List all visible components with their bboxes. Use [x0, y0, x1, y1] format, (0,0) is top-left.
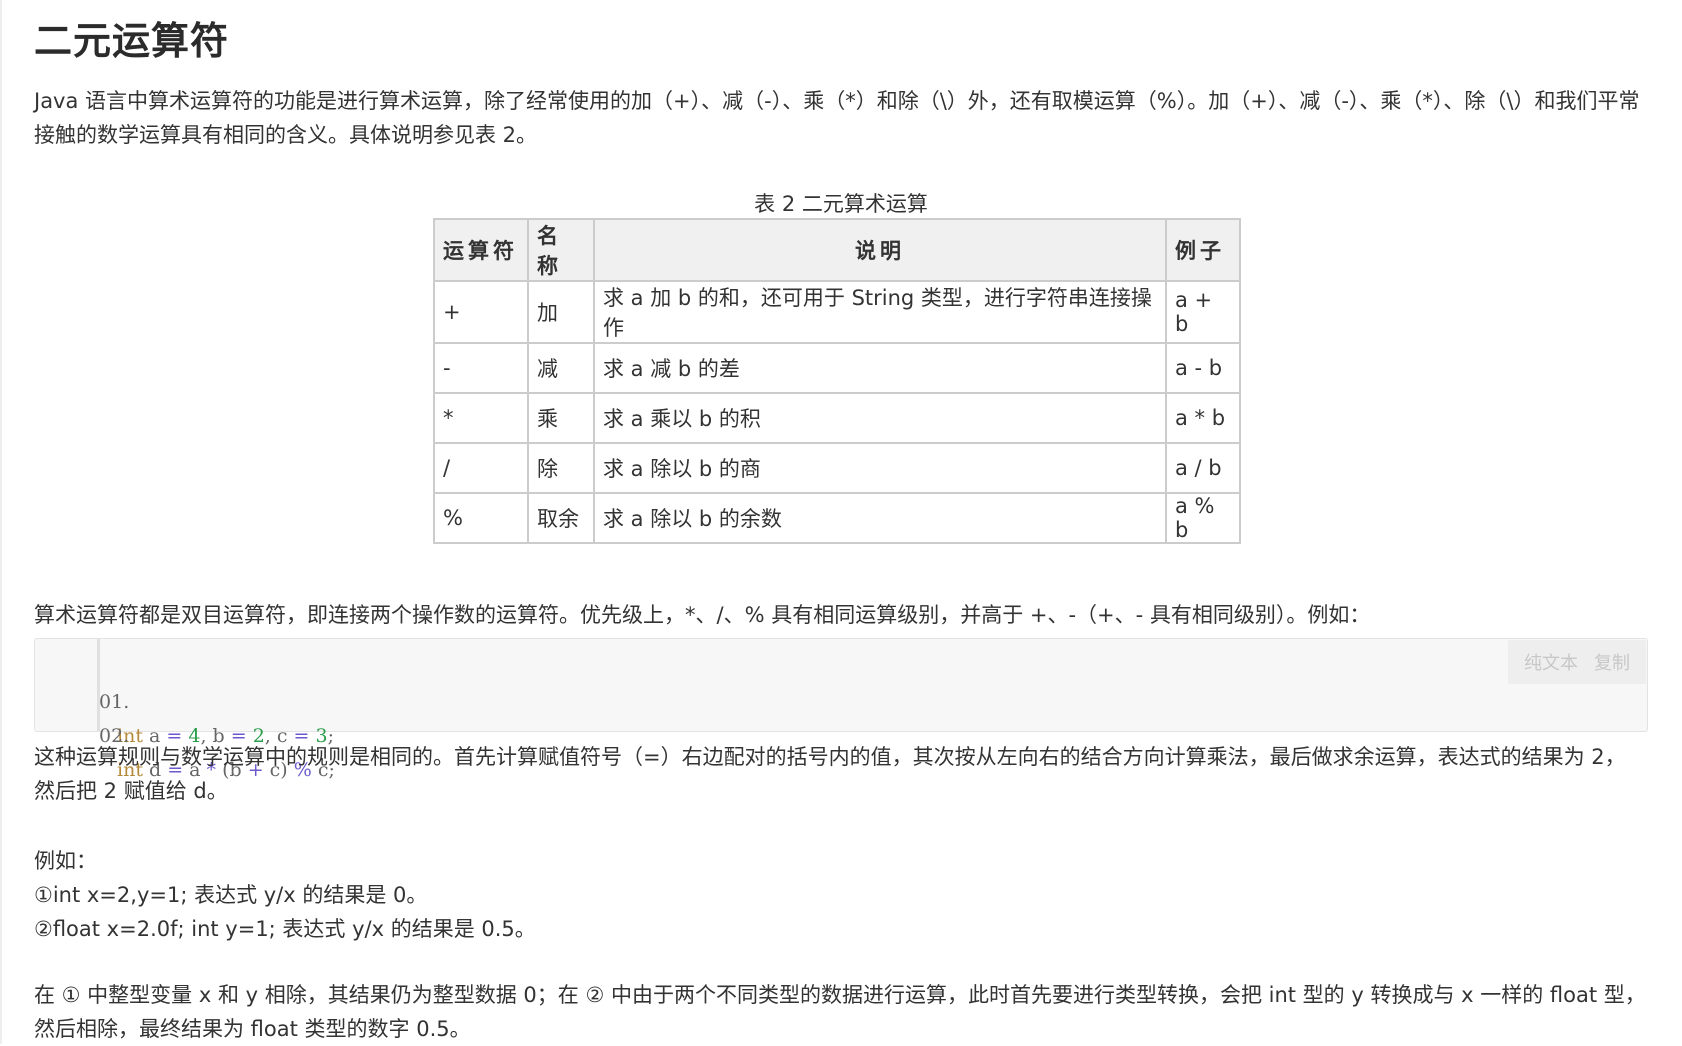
code-line: 01. int a = 4, b = 2, c = 3; — [35, 651, 334, 747]
cell-name: 加 — [527, 280, 595, 344]
highlight-paragraph: 算术运算符都是双目运算符，即连接两个操作数的运算符。优先级上，*、/、% 具有相… — [34, 603, 1371, 627]
cell-example: a / b — [1165, 442, 1241, 494]
cell-operator: - — [433, 342, 529, 394]
page-title: 二元运算符 — [34, 19, 230, 63]
header-example: 例子 — [1165, 218, 1241, 282]
code-line: 02. int d = a * (b + c) % c; — [35, 685, 335, 781]
cell-name: 乘 — [527, 392, 595, 444]
cell-operator: / — [433, 442, 529, 494]
table-header-row: 运算符 名称 说明 例子 — [433, 218, 1241, 282]
table-row: - 减 求 a 减 b 的差 a - b — [433, 342, 1241, 394]
example-item: ②float x=2.0f; int y=1; 表达式 y/x 的结果是 0.5… — [34, 917, 536, 941]
cell-description: 求 a 除以 b 的余数 — [593, 492, 1167, 544]
cell-operator: * — [433, 392, 529, 444]
examples-block: 例如： ①int x=2,y=1; 表达式 y/x 的结果是 0。 ②float… — [34, 844, 1646, 946]
header-name: 名称 — [527, 218, 595, 282]
copy-button[interactable]: 复制 — [1594, 649, 1630, 675]
plain-text-button[interactable]: 纯文本 — [1524, 649, 1578, 675]
cell-description: 求 a 减 b 的差 — [593, 342, 1167, 394]
header-operator: 运算符 — [433, 218, 529, 282]
operators-table: 运算符 名称 说明 例子 + 加 求 a 加 b 的和，还可用于 String … — [433, 218, 1241, 544]
rule-paragraph: 这种运算规则与数学运算中的规则是相同的。首先计算赋值符号（=）右边配对的括号内的… — [34, 745, 1626, 803]
cell-example: a + b — [1165, 280, 1241, 344]
left-border — [0, 0, 2, 1044]
examples-label: 例如： — [34, 849, 97, 873]
cell-name: 减 — [527, 342, 595, 394]
cell-example: a * b — [1165, 392, 1241, 444]
code-toolbar: 纯文本 复制 — [1508, 640, 1646, 684]
cell-example: a - b — [1165, 342, 1241, 394]
table-row: % 取余 求 a 除以 b 的余数 a % b — [433, 492, 1241, 544]
table-row: + 加 求 a 加 b 的和，还可用于 String 类型，进行字符串连接操作 … — [433, 280, 1241, 344]
table-row: * 乘 求 a 乘以 b 的积 a * b — [433, 392, 1241, 444]
conclusion-paragraph: 在 ① 中整型变量 x 和 y 相除，其结果仍为整型数据 0；在 ② 中由于两个… — [34, 983, 1646, 1041]
cell-operator: + — [433, 280, 529, 344]
cell-operator: % — [433, 492, 529, 544]
cell-name: 除 — [527, 442, 595, 494]
cell-description: 求 a 加 b 的和，还可用于 String 类型，进行字符串连接操作 — [593, 280, 1167, 344]
header-description: 说明 — [593, 218, 1167, 282]
table-row: / 除 求 a 除以 b 的商 a / b — [433, 442, 1241, 494]
cell-example: a % b — [1165, 492, 1241, 544]
code-block: 01. int a = 4, b = 2, c = 3; 02. int d =… — [34, 638, 1648, 781]
table-caption: 表 2 二元算术运算 — [754, 192, 928, 216]
cell-description: 求 a 除以 b 的商 — [593, 442, 1167, 494]
cell-description: 求 a 乘以 b 的积 — [593, 392, 1167, 444]
example-item: ①int x=2,y=1; 表达式 y/x 的结果是 0。 — [34, 883, 428, 907]
intro-paragraph: Java 语言中算术运算符的功能是进行算术运算，除了经常使用的加（+）、减（-）… — [34, 89, 1640, 147]
cell-name: 取余 — [527, 492, 595, 544]
